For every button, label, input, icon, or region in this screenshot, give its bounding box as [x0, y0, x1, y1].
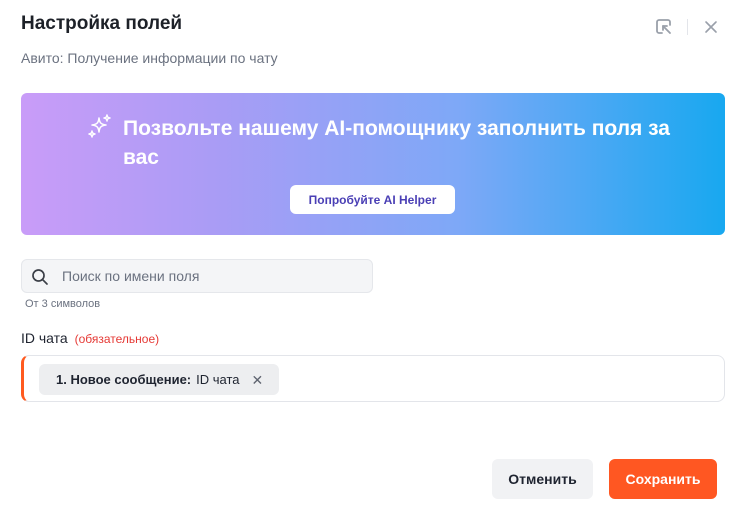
chip-source: 1. Новое сообщение:	[56, 372, 192, 387]
required-marker: (обязательное)	[74, 332, 160, 346]
dialog-subtitle: Авито: Получение информации по чату	[21, 50, 278, 66]
save-button[interactable]: Сохранить	[609, 459, 717, 499]
chat-id-field[interactable]: 1. Новое сообщение: ID чата ✕	[21, 355, 725, 402]
search-input[interactable]	[62, 260, 362, 292]
try-ai-helper-button[interactable]: Попробуйте AI Helper	[290, 185, 455, 214]
chip-value: ID чата	[196, 372, 240, 387]
header-divider	[687, 19, 688, 35]
chip-remove-icon[interactable]: ✕	[252, 373, 264, 387]
dialog-title: Настройка полей	[21, 13, 183, 34]
search-icon	[31, 268, 49, 291]
header-actions	[652, 15, 723, 39]
close-icon[interactable]	[699, 15, 723, 39]
field-label: ID чата (обязательное)	[21, 330, 159, 346]
value-chip[interactable]: 1. Новое сообщение: ID чата ✕	[39, 364, 280, 395]
banner-headline: Позвольте нашему AI-помощнику заполнить …	[123, 117, 670, 169]
ai-helper-banner: Позвольте нашему AI-помощнику заполнить …	[21, 93, 725, 235]
open-in-window-icon[interactable]	[652, 15, 676, 39]
field-search	[21, 259, 373, 293]
sparkle-icon	[87, 113, 113, 144]
cancel-button[interactable]: Отменить	[492, 459, 593, 499]
field-settings-dialog: Настройка полей Авито: Получение информа…	[0, 0, 741, 517]
search-hint: От 3 символов	[25, 298, 101, 310]
field-label-text: ID чата	[21, 330, 68, 346]
